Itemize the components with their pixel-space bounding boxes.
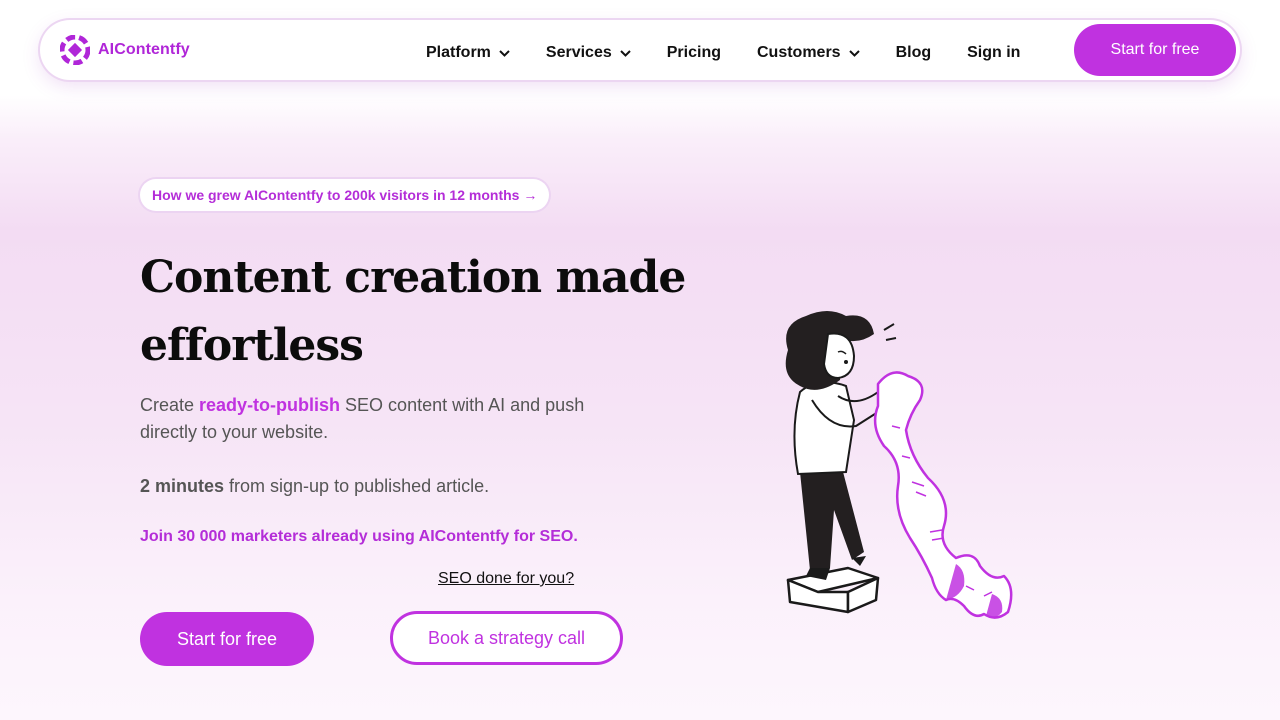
shirt-shape — [793, 381, 856, 476]
chevron-down-icon — [848, 49, 860, 57]
hero-start-free-button[interactable]: Start for free — [140, 612, 314, 666]
woman-reading-scroll-illustration — [785, 311, 1013, 619]
nav-services-label: Services — [545, 44, 612, 61]
nav-customers[interactable]: Customers — [757, 38, 860, 62]
brand-logo[interactable]: AIContentfy — [60, 35, 190, 65]
speed-bold: 2 minutes — [140, 476, 225, 496]
nav-start-free-button[interactable]: Start for free — [1074, 24, 1236, 76]
face-shape — [822, 332, 856, 380]
hero-description: Create ready-to-publish SEO content with… — [140, 392, 640, 446]
hero-speed-text: 2 minutes from sign-up to published arti… — [140, 473, 640, 500]
join-marketers-text: Join 30 000 marketers already using AICo… — [140, 528, 578, 545]
description-prefix: Create — [140, 395, 200, 415]
nav-customers-label: Customers — [756, 44, 841, 61]
nav-platform-label: Platform — [426, 44, 491, 61]
nav-sign-in[interactable]: Sign in — [967, 38, 1020, 62]
announcement-badge[interactable]: How we grew AIContentfy to 200k visitors… — [140, 179, 550, 211]
chevron-down-icon — [499, 49, 510, 57]
nav-blog[interactable]: Blog — [896, 38, 932, 62]
nav-platform[interactable]: Platform — [426, 38, 510, 62]
book-strategy-call-button[interactable]: Book a strategy call — [390, 611, 623, 665]
nav-blog-label: Blog — [895, 44, 932, 61]
nav-pricing[interactable]: Pricing — [667, 38, 721, 62]
chevron-down-icon — [620, 49, 631, 57]
description-highlight: ready-to-publish — [199, 395, 341, 415]
brand-name: AIContentfy — [98, 41, 190, 58]
speed-rest: from sign-up to published article. — [224, 476, 490, 496]
pants-shape — [800, 468, 864, 570]
hero-headline: Content creation made effortless — [140, 252, 686, 371]
box-shape — [786, 566, 880, 614]
top-navbar: AIContentfy Platform Services Pricing Cu… — [40, 20, 1240, 80]
aicontentfy-logo-icon — [60, 35, 90, 65]
main-nav: Platform Services Pricing Customers Blog… — [426, 20, 1056, 80]
nav-sign-in-label: Sign in — [967, 44, 1021, 61]
seo-done-for-you-link[interactable]: SEO done for you? — [438, 570, 574, 588]
nav-services[interactable]: Services — [546, 38, 631, 62]
scroll-shape — [873, 371, 1013, 619]
nav-pricing-label: Pricing — [666, 44, 721, 61]
